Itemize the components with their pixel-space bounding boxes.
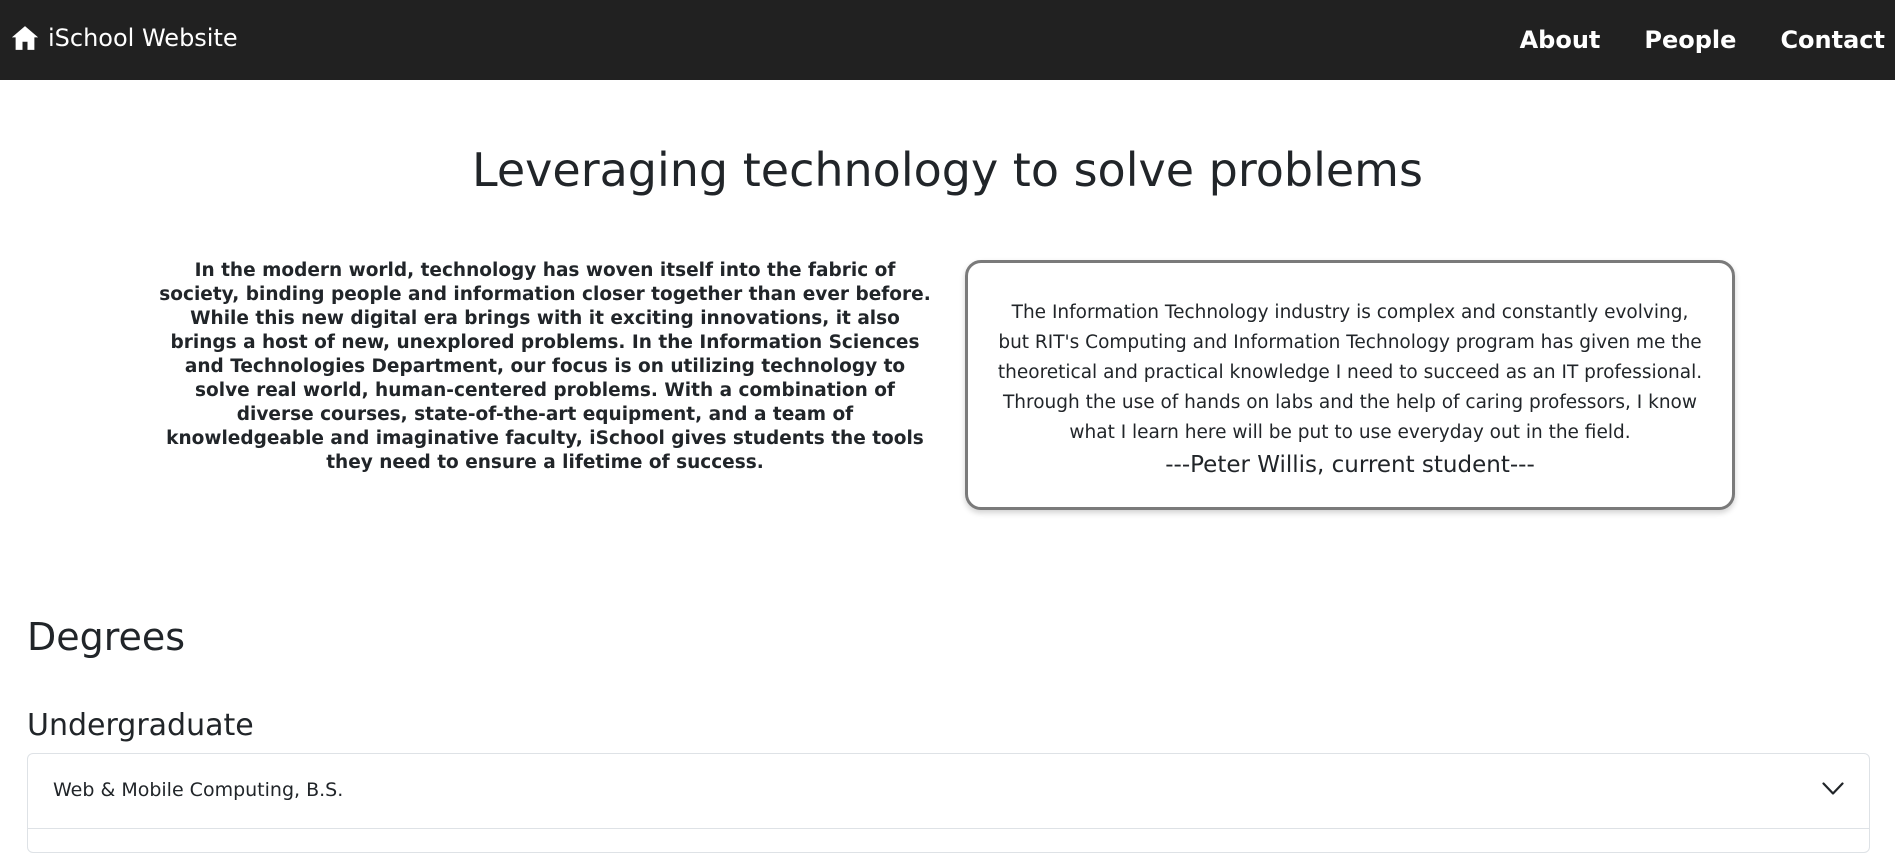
nav-link-contact[interactable]: Contact xyxy=(1780,22,1885,58)
degrees-heading: Degrees xyxy=(27,615,186,659)
chevron-down-icon xyxy=(1822,782,1844,795)
accordion-item-web-mobile-computing[interactable]: Web & Mobile Computing, B.S. xyxy=(28,754,1869,829)
undergraduate-heading: Undergraduate xyxy=(27,708,254,743)
brand-label: iSchool Website xyxy=(48,24,238,52)
home-icon xyxy=(11,26,39,50)
nav-links: About People Contact xyxy=(1476,22,1885,58)
intro-paragraph: In the modern world, technology has wove… xyxy=(159,260,931,473)
nav-link-about[interactable]: About xyxy=(1520,22,1601,58)
page-title: Leveraging technology to solve problems xyxy=(472,143,1423,197)
testimonial-author: ---Peter Willis, current student--- xyxy=(1165,452,1535,478)
top-navbar: iSchool Website About People Contact xyxy=(0,0,1895,80)
brand-link[interactable]: iSchool Website xyxy=(10,20,238,56)
undergraduate-accordion: Web & Mobile Computing, B.S. xyxy=(27,753,1870,853)
testimonial-card: The Information Technology industry is c… xyxy=(965,260,1735,510)
accordion-item-label: Web & Mobile Computing, B.S. xyxy=(53,779,344,801)
testimonial-quote: The Information Technology industry is c… xyxy=(997,302,1703,443)
nav-link-people[interactable]: People xyxy=(1644,22,1736,58)
